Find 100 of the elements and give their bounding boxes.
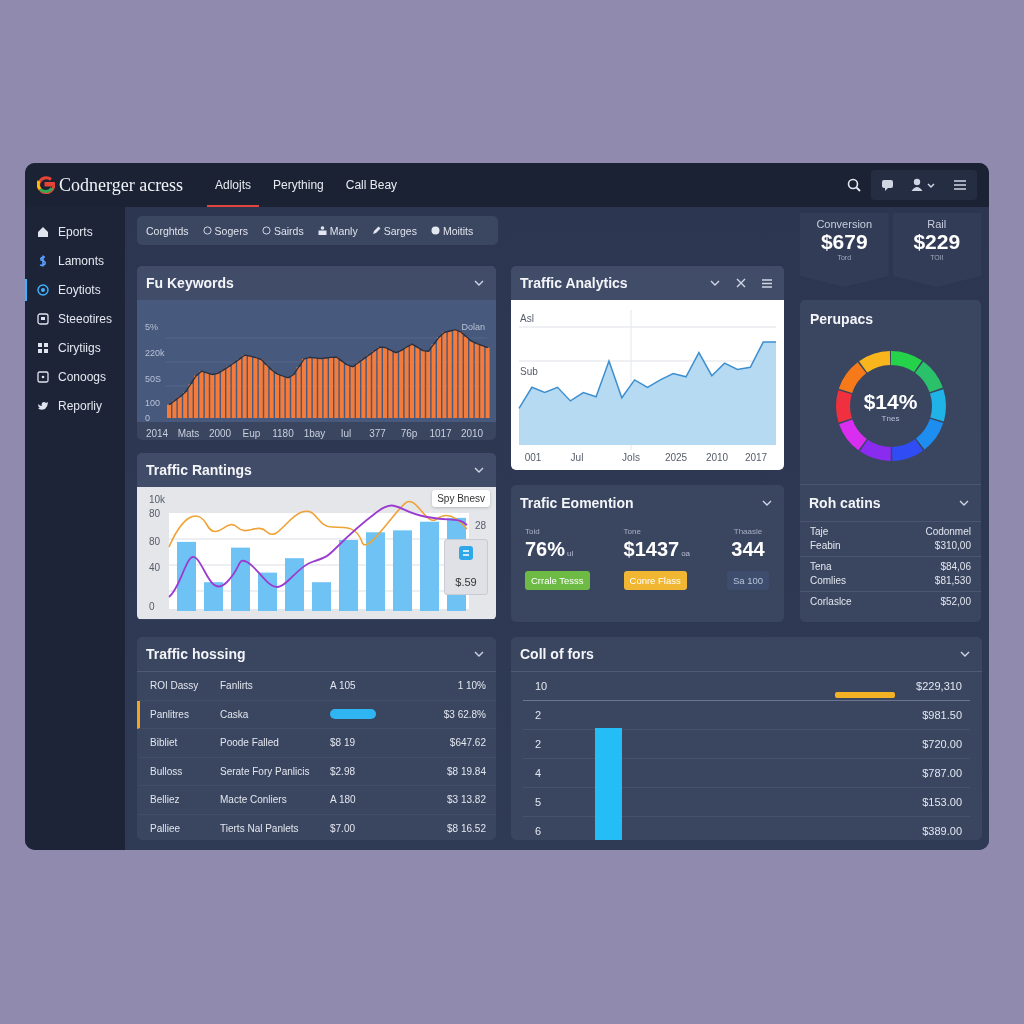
table-cell-text: Poode Falled bbox=[220, 737, 280, 749]
menu-icon[interactable] bbox=[762, 278, 772, 288]
axis-label: 2017 bbox=[744, 452, 768, 463]
chevron-icon[interactable] bbox=[762, 500, 772, 506]
table-cell-text: $647.62 bbox=[448, 737, 486, 749]
table-row[interactable]: Panlitres Caska $3 62.8% bbox=[137, 700, 496, 729]
action-button[interactable]: Sa 100 bbox=[726, 571, 770, 590]
chevron-icon[interactable] bbox=[474, 467, 484, 473]
chevron-icon[interactable] bbox=[474, 651, 484, 657]
dot-icon bbox=[430, 226, 440, 235]
axis-label: 2010 bbox=[460, 428, 484, 439]
square-icon bbox=[37, 371, 49, 383]
axis-label: 0 bbox=[149, 601, 155, 612]
sidebar-item[interactable]: Conoogs bbox=[25, 366, 125, 388]
nav-tab[interactable]: Call Beay bbox=[337, 163, 406, 207]
stat-value: 344 bbox=[731, 538, 765, 561]
axis-label: 100 bbox=[145, 398, 161, 408]
sidebar-item[interactable]: Steeotires bbox=[25, 308, 125, 330]
grid-icon bbox=[37, 342, 49, 354]
table-row[interactable]: Bulloss Serate Fory Panlicis $2.98 $8 19.84 bbox=[137, 757, 496, 786]
axis-label: Eup bbox=[242, 428, 261, 439]
row-label: 5 bbox=[535, 796, 542, 808]
table-cell-text: ROI Dassy bbox=[150, 680, 200, 692]
kpi-label: Rail bbox=[927, 218, 947, 230]
filter-chip[interactable]: Corghtds bbox=[141, 222, 194, 239]
sidebar-item[interactable]: Cirytiigs bbox=[25, 337, 125, 359]
donut-value: $14% bbox=[863, 389, 918, 414]
row-label: 2 bbox=[535, 709, 542, 721]
row-value: $981.50 bbox=[922, 709, 962, 721]
row-label: 2 bbox=[535, 738, 542, 750]
filter-chip[interactable]: Moitits bbox=[425, 222, 479, 239]
filter-chip[interactable]: Sarges bbox=[366, 222, 422, 239]
close-icon[interactable] bbox=[736, 278, 746, 288]
row-label: 4 bbox=[535, 767, 542, 779]
row-value: $229,310 bbox=[916, 680, 962, 692]
row-label: Tena bbox=[810, 560, 832, 574]
axis-label: Iul bbox=[340, 428, 352, 439]
card-title: Coll of fors bbox=[520, 646, 594, 662]
chart-bar bbox=[231, 547, 250, 611]
chart-bar bbox=[204, 582, 223, 611]
stat-unit: oa bbox=[681, 549, 691, 558]
table-cell-text: Palliee bbox=[150, 822, 182, 834]
sidebar-item[interactable]: Reporliy bbox=[25, 395, 125, 417]
chart-bar bbox=[339, 539, 358, 611]
table-cell-text: Panlitres bbox=[150, 708, 190, 720]
axis-label: 001 bbox=[524, 452, 542, 463]
table-cell-text: Fanlirts bbox=[220, 680, 254, 692]
filter-chip[interactable]: Sogers bbox=[197, 222, 253, 239]
bird-icon bbox=[37, 400, 49, 412]
chart-bar bbox=[258, 572, 277, 611]
card-title: Traffic hossing bbox=[146, 646, 246, 662]
row-label: Taje bbox=[810, 525, 829, 539]
axis-label: 1017 bbox=[429, 428, 452, 439]
table-cell-text: A 180 bbox=[330, 794, 357, 806]
table-cell-text: Caska bbox=[220, 708, 250, 720]
nav-tab[interactable]: Perything bbox=[265, 163, 332, 207]
stat-label: Thaasle bbox=[733, 527, 763, 536]
table-row[interactable]: Palliee Tierts Nal Panlets $7.00 $8 16.52 bbox=[137, 814, 496, 840]
row-label: Corlaslce bbox=[810, 595, 852, 609]
table-cell-text: $3 62.8% bbox=[442, 708, 486, 720]
app-icon bbox=[459, 546, 473, 560]
tooltip: Spy Bnesv bbox=[432, 490, 490, 507]
card-title: Traffic Rantings bbox=[146, 462, 252, 478]
axis-label: 50S bbox=[145, 374, 161, 384]
frame-icon bbox=[37, 313, 49, 325]
filter-chip[interactable]: Sairds bbox=[256, 222, 309, 239]
kpi-value: $679 bbox=[820, 230, 868, 254]
axis-label: 28 bbox=[475, 520, 487, 531]
chevron-icon[interactable] bbox=[959, 500, 969, 506]
axis-label: 76p bbox=[400, 428, 418, 439]
table-cell-text: Serate Fory Panlicis bbox=[220, 765, 311, 777]
row-value: $787.00 bbox=[922, 767, 962, 779]
chevron-icon[interactable] bbox=[710, 280, 720, 286]
table-cell-text: 1 10% bbox=[456, 680, 486, 692]
table-row[interactable]: Bibliet Poode Falled $8 19 $647.62 bbox=[137, 729, 496, 758]
sidebar-item[interactable]: Lamonts bbox=[25, 250, 125, 272]
axis-label: 2010 bbox=[705, 452, 729, 463]
axis-label: Jul bbox=[570, 452, 584, 463]
table-cell-text: $3 13.82 bbox=[446, 794, 486, 806]
table-cell-text: Tierts Nal Panlets bbox=[220, 822, 300, 834]
user-icon[interactable] bbox=[911, 178, 937, 192]
stat-label: Toid bbox=[525, 527, 541, 536]
filter-chip[interactable]: Manly bbox=[312, 222, 363, 239]
row-value: $153.00 bbox=[922, 796, 962, 808]
pencil-icon bbox=[371, 226, 381, 235]
people-icon bbox=[317, 226, 327, 235]
table-row[interactable]: Belliez Macte Conliers A 180 $3 13.82 bbox=[137, 786, 496, 815]
chat-icon[interactable] bbox=[881, 178, 895, 192]
chevron-icon[interactable] bbox=[474, 280, 484, 286]
axis-label: 10k bbox=[149, 494, 166, 505]
chart-bar bbox=[177, 541, 196, 611]
row-value: $52,00 bbox=[940, 595, 971, 609]
sidebar-item[interactable]: Eports bbox=[25, 221, 125, 243]
chevron-icon[interactable] bbox=[960, 651, 970, 657]
table-row[interactable]: ROI Dassy Fanlirts A 105 1 10% bbox=[137, 672, 496, 701]
table-cell-text: Bulloss bbox=[150, 765, 184, 777]
menu-icon[interactable] bbox=[953, 179, 967, 191]
row-value: $389.00 bbox=[922, 825, 962, 837]
stat-unit: ul bbox=[567, 549, 574, 558]
search-icon[interactable] bbox=[847, 178, 861, 192]
